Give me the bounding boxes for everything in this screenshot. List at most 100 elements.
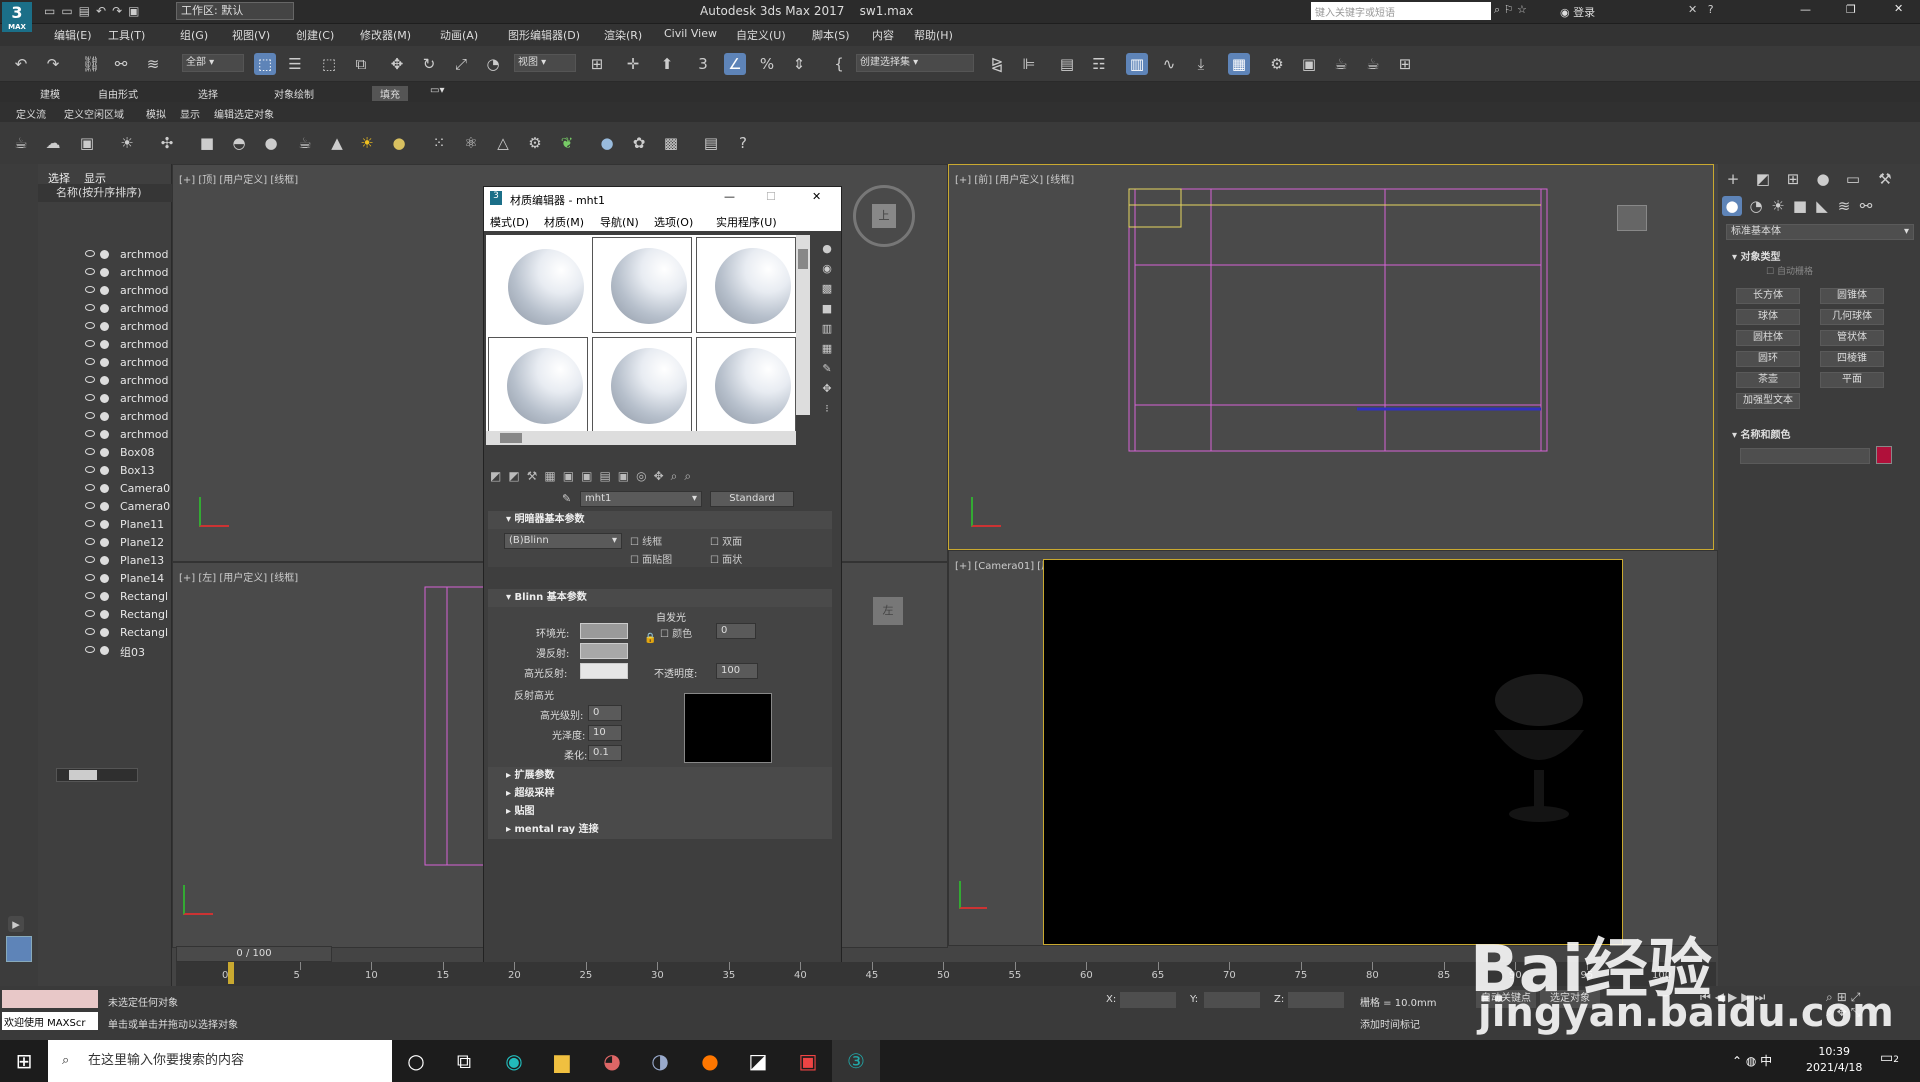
- scene-item[interactable]: Rectangl: [38, 588, 172, 606]
- scene-item[interactable]: archmod: [38, 264, 172, 282]
- add-time-tag[interactable]: 添加时间标记: [1360, 1016, 1420, 1031]
- gloss-spinner[interactable]: 10: [588, 725, 622, 741]
- pivot-icon[interactable]: ⊞: [586, 53, 608, 75]
- clipboard-icon[interactable]: ▤: [700, 132, 722, 154]
- start-button[interactable]: ⊞: [0, 1040, 48, 1082]
- render-iterative-icon[interactable]: ☕: [1362, 53, 1384, 75]
- curve-editor-icon[interactable]: ∿: [1158, 53, 1180, 75]
- login-button[interactable]: ◉ 登录: [1560, 4, 1595, 20]
- material-slot[interactable]: [592, 337, 692, 433]
- menu-item[interactable]: 图形编辑器(D): [508, 27, 580, 43]
- plant-icon[interactable]: ❦: [556, 132, 578, 154]
- display-tab-icon[interactable]: ▭: [1842, 168, 1864, 190]
- app-logo[interactable]: 3 MAX: [2, 2, 32, 32]
- object-name-input[interactable]: [1740, 448, 1870, 464]
- wire-checkbox[interactable]: ☐ 线框: [630, 533, 662, 548]
- scene-item[interactable]: Box08: [38, 444, 172, 462]
- render-frame-icon[interactable]: ▣: [1298, 53, 1320, 75]
- help-icon[interactable]: ✕ ?: [1688, 3, 1714, 16]
- time-slider[interactable]: 0 / 100: [176, 946, 332, 962]
- link-icon[interactable]: ⛓: [80, 53, 102, 75]
- app3-icon[interactable]: ◪: [734, 1040, 782, 1082]
- scroll-thumb[interactable]: [69, 770, 97, 780]
- self-illum-spinner[interactable]: 0: [716, 623, 756, 639]
- blinn-rollout[interactable]: ▾ Blinn 基本参数: [488, 589, 832, 607]
- question-icon[interactable]: ?: [732, 132, 754, 154]
- ribbon-subtab[interactable]: 定义空闲区域: [64, 106, 124, 121]
- material-editor-icon[interactable]: ▦: [1228, 53, 1250, 75]
- sun-icon[interactable]: ☀: [356, 132, 378, 154]
- select-object-icon[interactable]: ⬚: [254, 53, 276, 75]
- create-object-button[interactable]: 四棱锥: [1820, 351, 1884, 367]
- visibility-eye-icon[interactable]: [85, 502, 95, 509]
- box-prim-icon[interactable]: ■: [196, 132, 218, 154]
- scene-item[interactable]: archmod: [38, 426, 172, 444]
- move-icon[interactable]: ✥: [386, 53, 408, 75]
- ribbon-subtab[interactable]: 定义流: [16, 106, 46, 121]
- ribbon-options-icon[interactable]: ▭▾: [430, 85, 444, 96]
- me-minimize-button[interactable]: —: [724, 190, 735, 203]
- viewport-front[interactable]: [+] [前] [用户定义] [线框]: [948, 164, 1714, 550]
- scene-item[interactable]: Plane12: [38, 534, 172, 552]
- scene-item[interactable]: archmod: [38, 390, 172, 408]
- maximize-button[interactable]: ❐: [1846, 3, 1856, 16]
- ribbon-tab[interactable]: 选择: [198, 86, 218, 101]
- named-selection-set[interactable]: 创建选择集 ▾: [856, 54, 974, 72]
- keyboard-shortcut-icon[interactable]: ⬆: [656, 53, 678, 75]
- scene-item[interactable]: 组03: [38, 642, 172, 660]
- material-slot[interactable]: [696, 237, 796, 333]
- create-object-button[interactable]: 圆锥体: [1820, 288, 1884, 304]
- app4-icon[interactable]: ▣: [784, 1040, 832, 1082]
- camera-rig-icon[interactable]: ✣: [156, 132, 178, 154]
- visibility-eye-icon[interactable]: [85, 358, 95, 365]
- spinner-snap-icon[interactable]: ⇕: [788, 53, 810, 75]
- cone-icon[interactable]: ▲: [326, 132, 348, 154]
- visibility-eye-icon[interactable]: [85, 484, 95, 491]
- scene-item[interactable]: archmod: [38, 372, 172, 390]
- visibility-eye-icon[interactable]: [85, 322, 95, 329]
- me-maximize-button[interactable]: ☐: [766, 190, 776, 203]
- menu-item[interactable]: 动画(A): [440, 27, 478, 43]
- cortana-icon[interactable]: ○: [392, 1040, 440, 1082]
- snap-3d-icon[interactable]: 3: [692, 53, 714, 75]
- ribbon-subtab[interactable]: 模拟: [146, 106, 166, 121]
- lock-ambient-icon[interactable]: 🔒: [644, 633, 656, 644]
- create-object-button[interactable]: 加强型文本: [1736, 393, 1800, 409]
- cloud-icon[interactable]: ☁: [42, 132, 64, 154]
- create-object-button[interactable]: 茶壶: [1736, 372, 1800, 388]
- self-illum-color-checkbox[interactable]: ☐ 颜色: [660, 625, 692, 640]
- scene-explorer-icon[interactable]: ▤: [1056, 53, 1078, 75]
- geometry-cat-icon[interactable]: ●: [1722, 196, 1742, 216]
- collapse-arrow-icon[interactable]: ▸: [8, 915, 24, 933]
- visibility-eye-icon[interactable]: [85, 646, 95, 653]
- window-crossing-icon[interactable]: ⧉: [350, 53, 372, 75]
- selection-filter[interactable]: 全部 ▾: [182, 54, 244, 72]
- me-menu-item[interactable]: 导航(N): [600, 214, 639, 230]
- visibility-eye-icon[interactable]: [85, 556, 95, 563]
- create-object-button[interactable]: 平面: [1820, 372, 1884, 388]
- time-slider-handle[interactable]: [228, 962, 234, 984]
- scene-item[interactable]: archmod: [38, 408, 172, 426]
- visibility-eye-icon[interactable]: [85, 610, 95, 617]
- palette-icon[interactable]: ✿: [628, 132, 650, 154]
- shapes-cat-icon[interactable]: ◔: [1746, 196, 1766, 216]
- visibility-eye-icon[interactable]: [85, 394, 95, 401]
- scene-item[interactable]: archmod: [38, 300, 172, 318]
- render-icon[interactable]: ☕: [1330, 53, 1352, 75]
- shader-rollout[interactable]: ▾ 明暗器基本参数: [488, 511, 832, 529]
- angle-snap-icon[interactable]: ∠: [724, 53, 746, 75]
- scene-item[interactable]: archmod: [38, 282, 172, 300]
- edge-icon[interactable]: ◉: [490, 1040, 538, 1082]
- clock[interactable]: 10:39 2021/4/18: [1806, 1044, 1862, 1076]
- teapot2-icon[interactable]: ☕: [294, 132, 316, 154]
- me-menu-item[interactable]: 模式(D): [490, 214, 529, 230]
- ribbon-toggle-icon[interactable]: ▥: [1126, 53, 1148, 75]
- scene-item[interactable]: archmod: [38, 318, 172, 336]
- visibility-eye-icon[interactable]: [85, 628, 95, 635]
- 3dsmax-taskbar-icon[interactable]: ③: [832, 1040, 880, 1082]
- place-icon[interactable]: ◔: [482, 53, 504, 75]
- specular-swatch[interactable]: [580, 663, 628, 679]
- maxscript-listener[interactable]: [2, 990, 98, 1008]
- material-slot[interactable]: [488, 337, 588, 433]
- schematic-view-icon[interactable]: ⤓: [1190, 53, 1212, 75]
